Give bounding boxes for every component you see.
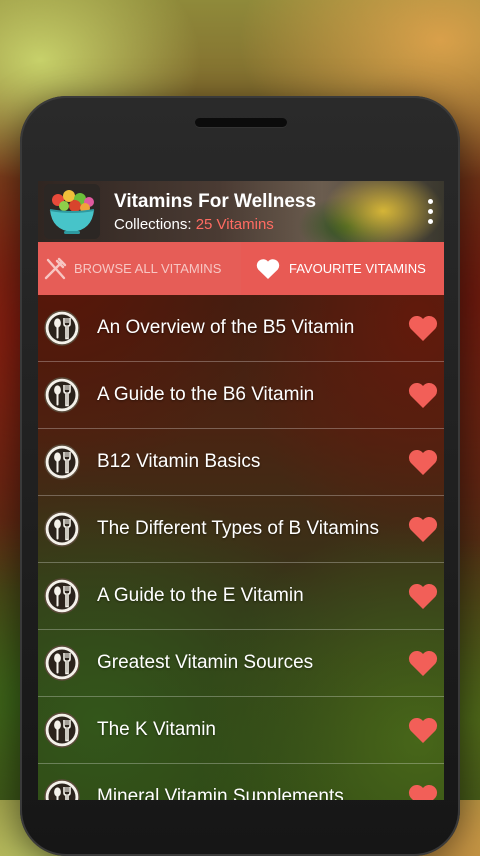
list-item[interactable]: Mineral Vitamin Supplements (38, 764, 444, 800)
heart-icon[interactable] (407, 514, 439, 544)
app-bar: Vitamins For Wellness Collections: 25 Vi… (38, 181, 444, 242)
list-item-label: Mineral Vitamin Supplements (97, 786, 344, 800)
list-item-label: Greatest Vitamin Sources (97, 652, 314, 673)
tab-browse-all-vitamins[interactable]: BROWSE ALL VITAMINS (38, 242, 241, 295)
utensils-icon (43, 443, 81, 481)
heart-icon[interactable] (407, 715, 439, 745)
favourites-list: An Overview of the B5 Vitamin A Guide to… (38, 295, 444, 800)
tab-favourite-vitamins[interactable]: FAVOURITE VITAMINS (241, 242, 444, 295)
utensils-icon (43, 510, 81, 548)
list-item[interactable]: A Guide to the E Vitamin (38, 563, 444, 630)
list-item-label: The K Vitamin (97, 719, 216, 740)
fork-knife-icon (42, 256, 68, 282)
list-item-label: The Different Types of B Vitamins (97, 518, 379, 539)
tab-bar: BROWSE ALL VITAMINS FAVOURITE VITAMINS (38, 242, 444, 295)
list-item[interactable]: B12 Vitamin Basics (38, 429, 444, 496)
more-vert-icon[interactable] (420, 191, 440, 231)
heart-icon[interactable] (407, 581, 439, 611)
list-item[interactable]: An Overview of the B5 Vitamin (38, 295, 444, 362)
utensils-icon (43, 778, 81, 800)
utensils-icon (43, 711, 81, 749)
utensils-icon (43, 644, 81, 682)
collections-label: Collections: (114, 216, 196, 233)
heart-icon[interactable] (407, 313, 439, 343)
app-screen: Vitamins For Wellness Collections: 25 Vi… (38, 181, 444, 800)
utensils-icon (43, 577, 81, 615)
list-item[interactable]: A Guide to the B6 Vitamin (38, 362, 444, 429)
list-item[interactable]: Greatest Vitamin Sources (38, 630, 444, 697)
utensils-icon (43, 309, 81, 347)
app-title: Vitamins For Wellness (114, 191, 317, 212)
list-item[interactable]: The Different Types of B Vitamins (38, 496, 444, 563)
heart-icon[interactable] (407, 648, 439, 678)
heart-icon (255, 257, 281, 281)
heart-icon[interactable] (407, 782, 439, 800)
collections-subtitle: Collections: 25 Vitamins (114, 216, 274, 233)
tab-favourite-label: FAVOURITE VITAMINS (289, 261, 426, 276)
collections-count: 25 Vitamins (195, 216, 274, 233)
tab-browse-label: BROWSE ALL VITAMINS (74, 261, 222, 276)
list-item-label: B12 Vitamin Basics (97, 451, 261, 472)
list-item[interactable]: The K Vitamin (38, 697, 444, 764)
list-item-label: An Overview of the B5 Vitamin (97, 317, 355, 338)
utensils-icon (43, 376, 81, 414)
phone-speaker (195, 118, 287, 127)
list-item-label: A Guide to the E Vitamin (97, 585, 304, 606)
heart-icon[interactable] (407, 447, 439, 477)
app-logo (44, 184, 100, 239)
heart-icon[interactable] (407, 380, 439, 410)
list-item-label: A Guide to the B6 Vitamin (97, 384, 315, 405)
